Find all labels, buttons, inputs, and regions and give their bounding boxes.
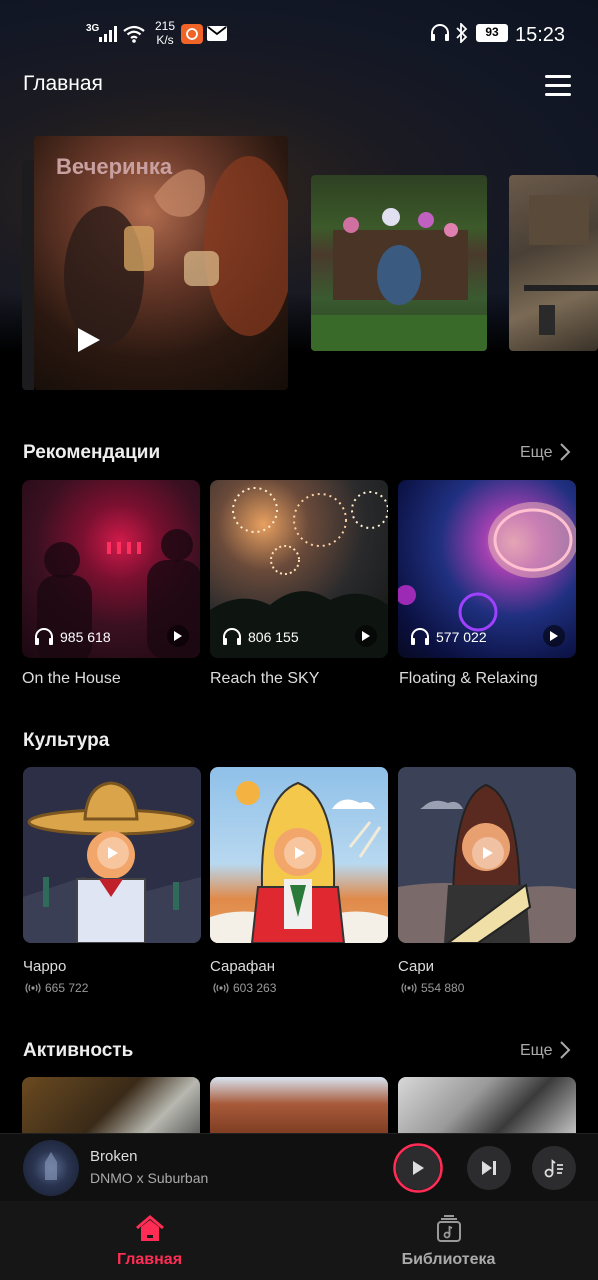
play-icon (295, 847, 305, 859)
clock: 15:23 (515, 24, 566, 46)
culture-count-value: 554 880 (421, 981, 465, 995)
menu-line (545, 84, 571, 87)
activity-card[interactable] (22, 1077, 200, 1137)
featured-card-piano[interactable] (311, 175, 487, 351)
menu-line (545, 93, 571, 96)
broadcast-icon (213, 983, 229, 993)
listen-count-value: 806 155 (248, 629, 299, 645)
network-speed: 215 K/s (150, 19, 180, 47)
menu-button[interactable] (542, 72, 574, 98)
culture-count-value: 603 263 (233, 981, 277, 995)
culture-card-sari[interactable] (398, 767, 576, 943)
recommendation-name[interactable]: On the House (22, 670, 121, 688)
listen-count: 806 155 (222, 628, 299, 646)
headphones-status-icon (431, 24, 449, 41)
page-title: Главная (23, 72, 103, 95)
culture-count: 554 880 (401, 981, 464, 995)
activity-more-link[interactable]: Еще (520, 1042, 553, 1060)
play-button[interactable] (355, 625, 377, 647)
featured-card-skate[interactable] (509, 175, 598, 351)
queue-button[interactable] (532, 1146, 576, 1190)
listen-count: 577 022 (410, 628, 487, 646)
activity-card[interactable] (210, 1077, 388, 1137)
featured-title: Вечеринка (56, 154, 173, 179)
library-icon (436, 1215, 461, 1242)
culture-count-value: 665 722 (45, 981, 89, 995)
track-title: Broken (90, 1148, 138, 1165)
headphones-icon (35, 628, 53, 645)
recommendation-name[interactable]: Floating & Relaxing (399, 670, 538, 688)
play-button[interactable] (284, 837, 316, 869)
album-art (45, 1152, 57, 1180)
culture-count: 603 263 (213, 981, 276, 995)
speed-value: 215 (154, 19, 176, 33)
bottom-navigation: Главная Библиотека (0, 1201, 598, 1280)
piano-illustration (311, 208, 487, 351)
chevron-right-icon[interactable] (558, 1040, 572, 1060)
headphones-icon (223, 628, 241, 645)
recommendations-title: Рекомендации (23, 442, 161, 463)
headphones-icon (411, 628, 429, 645)
culture-card-charro[interactable] (23, 767, 201, 943)
activity-title: Активность (23, 1040, 134, 1061)
play-pause-button[interactable] (393, 1143, 443, 1193)
signal-icon (99, 26, 117, 42)
mail-icon (207, 26, 227, 41)
chevron-right-icon[interactable] (558, 442, 572, 462)
play-button[interactable] (167, 625, 189, 647)
home-icon (135, 1215, 164, 1241)
hamburger-menu-icon (545, 75, 571, 78)
culture-count: 665 722 (25, 981, 88, 995)
nav-label: Библиотека (401, 1251, 496, 1268)
next-track-button[interactable] (467, 1146, 511, 1190)
wifi-icon (123, 25, 145, 43)
battery-icon: 93 (476, 24, 508, 42)
listen-count: 985 618 (34, 628, 111, 646)
culture-name[interactable]: Сари (398, 958, 434, 975)
listen-count-value: 985 618 (60, 629, 111, 645)
broadcast-icon (401, 983, 417, 993)
culture-card-sarafan[interactable] (210, 767, 388, 943)
track-artist: DNMO x Suburban (90, 1170, 209, 1186)
queue-music-icon (544, 1159, 563, 1178)
recommendation-card-on-the-house[interactable]: 985 618 (22, 480, 200, 658)
play-icon (483, 847, 493, 859)
broadcast-icon (25, 983, 41, 993)
speed-unit: K/s (156, 33, 174, 47)
featured-card-previous[interactable] (22, 160, 34, 390)
play-button[interactable] (97, 837, 129, 869)
culture-name[interactable]: Сарафан (210, 958, 275, 975)
skip-next-icon (482, 1161, 496, 1175)
nav-item-home[interactable]: Главная (0, 1201, 299, 1280)
listen-count-value: 577 022 (436, 629, 487, 645)
recommendation-name[interactable]: Reach the SKY (210, 670, 319, 688)
recommendation-card-reach-the-sky[interactable]: 806 155 (210, 480, 388, 658)
nav-label: Главная (116, 1251, 183, 1268)
progress-ring (393, 1143, 443, 1193)
app-notification-icon (181, 24, 203, 44)
recommendations-more-link[interactable]: Еще (520, 444, 553, 462)
play-button[interactable] (543, 625, 565, 647)
featured-card-party[interactable]: Вечеринка (34, 136, 288, 390)
play-icon (174, 631, 182, 641)
mini-player[interactable]: Broken DNMO x Suburban (0, 1133, 598, 1201)
play-button[interactable] (472, 837, 504, 869)
play-icon (362, 631, 370, 641)
bluetooth-icon (456, 23, 468, 43)
recommendation-card-floating-relaxing[interactable]: 577 022 (398, 480, 576, 658)
skate-illustration (524, 195, 598, 335)
culture-title: Культура (23, 730, 110, 751)
culture-name[interactable]: Чарро (23, 958, 66, 975)
play-icon (550, 631, 558, 641)
album-cover[interactable] (23, 1140, 79, 1196)
play-icon (108, 847, 118, 859)
status-bar: 3G 215 K/s 93 15:23 (0, 0, 598, 70)
battery-level: 93 (485, 25, 499, 39)
play-icon[interactable] (76, 326, 102, 354)
activity-card[interactable] (398, 1077, 576, 1137)
nav-item-library[interactable]: Библиотека (299, 1201, 598, 1280)
